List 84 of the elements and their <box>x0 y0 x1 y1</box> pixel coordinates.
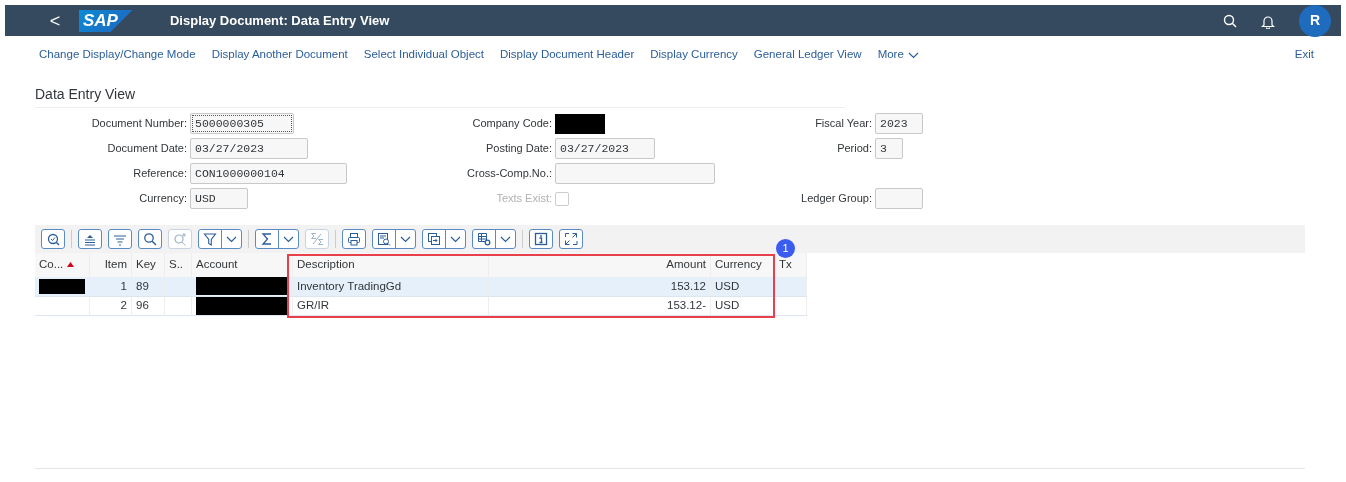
input-field[interactable]: USD <box>190 188 248 209</box>
field-label: Company Code: <box>472 117 552 130</box>
input-field[interactable]: 03/27/2023 <box>555 138 655 159</box>
column-header[interactable]: Key <box>131 253 165 277</box>
split-button[interactable] <box>472 229 516 249</box>
input-field[interactable] <box>875 188 923 209</box>
tool-button[interactable] <box>108 229 132 249</box>
action-link[interactable]: Display Currency <box>650 46 738 64</box>
input-field[interactable]: 03/27/2023 <box>190 138 308 159</box>
align-lines-icon <box>113 232 127 246</box>
field-label: Reference: <box>133 167 187 180</box>
search-icon <box>143 232 157 246</box>
field-label: Texts Exist: <box>496 192 552 205</box>
tool-button[interactable] <box>138 229 162 249</box>
table-cell: 96 <box>136 298 149 311</box>
bell-icon <box>1261 13 1275 29</box>
split-button[interactable] <box>372 229 416 249</box>
table-cell: USD <box>715 298 740 311</box>
column-header[interactable]: Item <box>89 253 132 277</box>
field-label: Ledger Group: <box>801 192 872 205</box>
sum-icon <box>260 232 274 246</box>
layout-settings-icon <box>477 232 491 246</box>
table-cell: USD <box>715 279 740 292</box>
input-field[interactable]: 5000000305 <box>190 113 294 134</box>
column-header[interactable]: S.. <box>164 253 192 277</box>
action-link[interactable]: Change Display/Change Mode <box>39 46 196 64</box>
field-label: Document Number: <box>91 117 187 130</box>
back-button[interactable]: < <box>45 11 65 30</box>
chevron-down-icon <box>907 51 919 59</box>
input-field[interactable]: 3 <box>875 138 903 159</box>
tool-button[interactable] <box>41 229 65 249</box>
input-field[interactable]: 2023 <box>875 113 923 134</box>
action-link[interactable]: Select Individual Object <box>363 46 484 64</box>
column-header[interactable]: Co... <box>35 253 90 277</box>
table-cell: 153.12 <box>670 279 706 292</box>
table-cell: GR/IR <box>297 298 329 311</box>
action-link[interactable]: Display Document Header <box>500 46 635 64</box>
exit-link[interactable]: Exit <box>1294 46 1314 64</box>
table-cell: Inventory TradingGd <box>297 279 402 292</box>
fullscreen-icon <box>564 232 578 246</box>
logo: SAP <box>79 9 134 32</box>
split-button[interactable] <box>422 229 466 249</box>
chevron-down-icon <box>450 235 461 243</box>
export-icon <box>427 232 441 246</box>
search-icon <box>1223 14 1237 29</box>
more-menu[interactable]: More <box>877 46 919 64</box>
input-field[interactable] <box>555 163 715 184</box>
info-icon <box>534 232 548 246</box>
section-title: Data Entry View <box>35 84 845 108</box>
action-link[interactable]: Display Another Document <box>211 46 348 64</box>
tool-button[interactable] <box>559 229 583 249</box>
field-label: Cross-Comp.No.: <box>467 167 552 180</box>
window-title: Display Document: Data Entry View <box>169 11 390 30</box>
search-next-icon <box>173 232 187 246</box>
report-icon <box>377 232 391 246</box>
column-header[interactable]: Account <box>191 253 293 277</box>
column-header[interactable]: Description <box>292 253 489 277</box>
field-label: Fiscal Year: <box>815 117 872 130</box>
table-cell: 1 <box>120 279 127 292</box>
tool-button[interactable] <box>342 229 366 249</box>
subtotal-icon <box>310 232 324 246</box>
field-label: Currency: <box>139 192 187 205</box>
table-cell: 2 <box>120 298 127 311</box>
align-top-icon <box>83 232 97 246</box>
print-icon <box>347 232 361 246</box>
tool-button[interactable] <box>529 229 553 249</box>
tool-button[interactable] <box>78 229 102 249</box>
input-field[interactable]: CON1000000104 <box>190 163 347 184</box>
chevron-down-icon <box>226 235 237 243</box>
split-button[interactable] <box>255 229 299 249</box>
table-cell: 89 <box>136 279 149 292</box>
zoom-icon <box>46 232 60 246</box>
chevron-down-icon <box>500 235 511 243</box>
split-button[interactable] <box>198 229 242 249</box>
filter-icon <box>203 232 217 246</box>
column-header[interactable]: Amount <box>488 253 711 277</box>
field-label: Period: <box>837 142 872 155</box>
chevron-down-icon <box>283 235 294 243</box>
table-cell: 153.12- <box>667 298 706 311</box>
field-label: Document Date: <box>107 142 187 155</box>
chevron-down-icon <box>400 235 411 243</box>
action-link[interactable]: General Ledger View <box>753 46 862 64</box>
user-avatar[interactable]: R <box>1299 4 1331 37</box>
field-label: Posting Date: <box>485 142 552 155</box>
